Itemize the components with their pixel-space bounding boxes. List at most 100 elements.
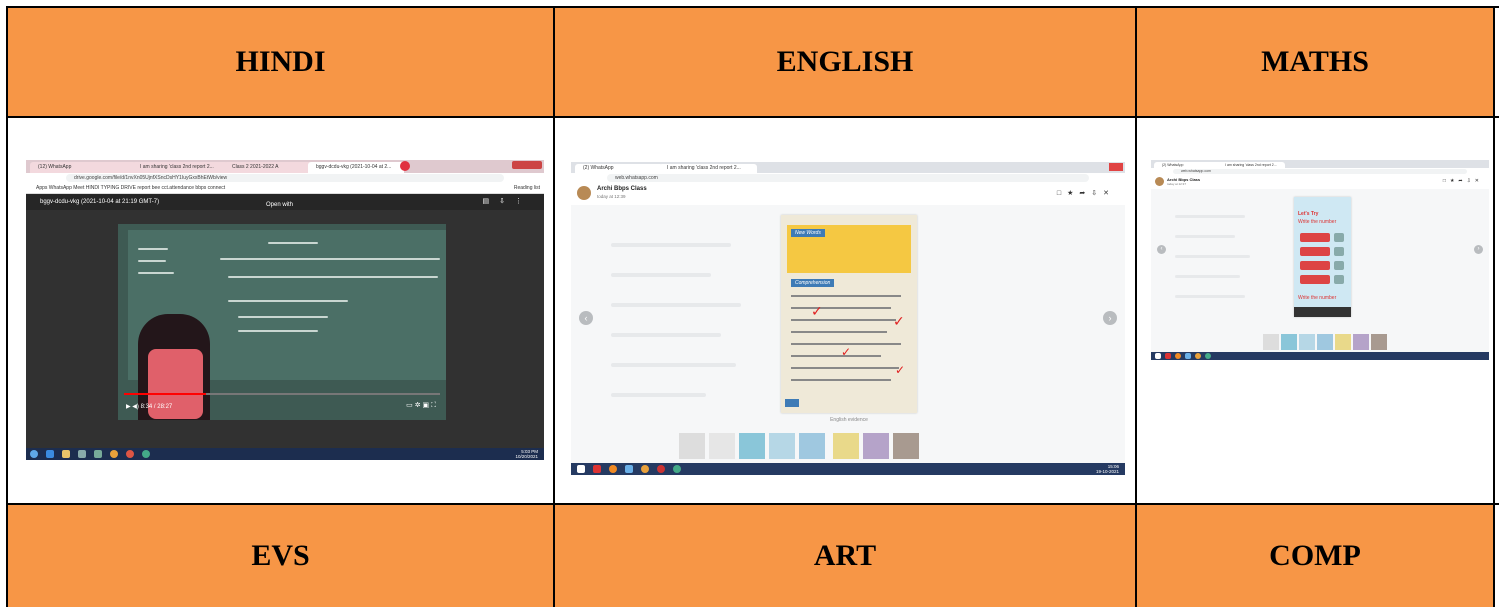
chrome-icon	[641, 465, 649, 473]
table-border	[6, 503, 1499, 505]
book-heading: Comprehension	[791, 279, 835, 287]
browser-tabbar: (2) WhatsApp I am sharing 'class 2nd rep…	[571, 162, 1125, 173]
folder-icon	[625, 465, 633, 473]
header-cell-english: ENGLISH	[555, 8, 1135, 116]
start-icon	[577, 465, 585, 473]
chrome-icon	[673, 465, 681, 473]
video-right-controls: ▭ ✲ ▣ ⛶	[406, 402, 436, 409]
start-icon	[30, 450, 38, 458]
url-field: web.whatsapp.com	[607, 174, 1089, 182]
bookmarks-bar: Apps WhatsApp Meet HINDI TYPING DRIVE re…	[26, 183, 544, 194]
start-icon	[1155, 353, 1161, 359]
media-toolbar-icons: □★➦⇩✕	[1442, 178, 1483, 184]
windows-taskbar: 15:06 19-10-2021	[571, 463, 1125, 475]
header-label-english: ENGLISH	[776, 45, 914, 78]
header-label-art: ART	[813, 539, 877, 572]
english-book-photo: New Words Comprehension ✓ ✓ ✓ ✓	[781, 215, 917, 413]
image-cell-maths: (2) WhatsApp I am sharing 'class 2nd rep…	[1137, 118, 1493, 503]
chrome-icon	[126, 450, 134, 458]
viewer-icons: ▤⇩⋮	[482, 198, 532, 205]
table-border	[1135, 6, 1137, 607]
header-cell-maths: MATHS	[1137, 8, 1493, 116]
header-cell-evs: EVS	[8, 505, 553, 607]
book-line: Write the number	[1298, 295, 1337, 301]
firefox-icon	[609, 465, 617, 473]
video-progress	[124, 393, 440, 395]
drive-viewer: bggv-dcdu-vkg (2021-10-04 at 21:19 GMT-7…	[26, 194, 544, 448]
app-icon	[94, 450, 102, 458]
taskbar-clock: 15:06 19-10-2021	[1095, 464, 1119, 474]
contact-time: today at 12:37	[1167, 182, 1187, 186]
windows-taskbar: 5:03 PM 10/20/2021	[26, 448, 544, 460]
window-controls	[512, 161, 542, 169]
media-header: Archi Bbps Class today at 12:37 □★➦⇩✕	[1151, 175, 1489, 189]
prev-arrow-icon: ‹	[579, 311, 593, 325]
whatsapp-media-view: Archi Bbps Class today at 12:39 □★➦⇩✕ ‹ …	[571, 183, 1125, 463]
chrome-icon	[1195, 353, 1201, 359]
image-cell-english: (2) WhatsApp I am sharing 'class 2nd rep…	[555, 118, 1135, 503]
contact-name: Archi Bbps Class	[597, 186, 647, 192]
app-icon	[78, 450, 86, 458]
media-toolbar-icons: □★➦⇩✕	[1056, 190, 1115, 197]
photo-caption: English evidence	[830, 417, 868, 423]
book-heading: New Words	[791, 229, 825, 237]
browser-tab-active: bggv-dcdu-vkg (2021-10-04 at 2...	[308, 162, 404, 173]
prev-arrow-icon: ‹	[1157, 245, 1166, 254]
taskbar-clock: 5:03 PM 10/20/2021	[515, 449, 538, 459]
book-line: Write the number	[1298, 219, 1337, 225]
contact-time: today at 12:39	[597, 194, 626, 199]
viewer-toolbar: bggv-dcdu-vkg (2021-10-04 at 21:19 GMT-7…	[26, 194, 544, 210]
activity-table: HINDI ENGLISH MATHS EVS ART COMP (12) Wh…	[0, 0, 1499, 607]
reading-list: Reading list	[513, 185, 540, 191]
firefox-icon	[1175, 353, 1181, 359]
video-frame: ▶ ◀) 8:34 / 28:27 ▭ ✲ ▣ ⛶	[118, 224, 446, 420]
window-close-icon	[1109, 163, 1123, 171]
browser-tabbar: (2) WhatsApp I am sharing 'class 2nd rep…	[1151, 160, 1489, 168]
header-label-comp: COMP	[1269, 539, 1361, 572]
windows-taskbar	[1151, 352, 1489, 360]
url-field: drive.google.com/file/d/1nvXn05UjnfXSncD…	[66, 174, 504, 182]
next-arrow-icon: ›	[1474, 245, 1483, 254]
chrome-icon	[1205, 353, 1211, 359]
url-field: web.whatsapp.com	[1173, 169, 1467, 174]
folder-icon	[1185, 353, 1191, 359]
browser-tab: (12) WhatsApp	[30, 162, 136, 173]
browser-tab: I am sharing 'class 2nd report 2...	[659, 164, 757, 173]
open-with-button: Open with	[266, 202, 294, 208]
video-controls: ▶ ◀) 8:34 / 28:27	[126, 404, 173, 410]
table-border	[6, 116, 1499, 118]
check-mark-icon: ✓	[893, 313, 905, 329]
app-icon	[593, 465, 601, 473]
table-border	[6, 6, 8, 607]
avatar	[1155, 177, 1164, 186]
next-arrow-icon: ›	[1103, 311, 1117, 325]
table-border	[553, 6, 555, 607]
check-mark-icon: ✓	[841, 345, 852, 359]
english-screenshot: (2) WhatsApp I am sharing 'class 2nd rep…	[571, 162, 1125, 475]
check-mark-icon: ✓	[895, 363, 906, 377]
browser-tab: I am sharing 'class 2nd report 2...	[132, 162, 228, 173]
maths-screenshot: (2) WhatsApp I am sharing 'class 2nd rep…	[1151, 160, 1489, 360]
whatsapp-media-view: Archi Bbps Class today at 12:37 □★➦⇩✕ ‹ …	[1151, 175, 1489, 352]
book-title: Let's Try	[1298, 211, 1319, 217]
ie-icon	[46, 450, 54, 458]
bookmarks-text: Apps WhatsApp Meet HINDI TYPING DRIVE re…	[36, 185, 226, 191]
browser-tabbar: (12) WhatsApp I am sharing 'class 2nd re…	[26, 160, 544, 173]
browser-tab: (2) WhatsApp	[575, 164, 663, 173]
browser-tab: Class 2 2021-2022 A	[224, 162, 312, 173]
header-cell-comp: COMP	[1137, 505, 1493, 607]
check-mark-icon: ✓	[811, 303, 823, 319]
hindi-screenshot: (12) WhatsApp I am sharing 'class 2nd re…	[26, 160, 544, 460]
image-cell-hindi: (12) WhatsApp I am sharing 'class 2nd re…	[8, 118, 553, 503]
header-cell-art: ART	[555, 505, 1135, 607]
chrome-icon	[110, 450, 118, 458]
header-label-evs: EVS	[251, 539, 310, 572]
table-border	[1493, 6, 1495, 607]
media-header: Archi Bbps Class today at 12:39 □★➦⇩✕	[571, 183, 1125, 205]
chrome-icon	[142, 450, 150, 458]
maths-book-photo: Let's Try Write the number Write the num…	[1294, 197, 1351, 317]
header-label-maths: MATHS	[1261, 45, 1369, 78]
video-time: 8:34 / 28:27	[140, 404, 173, 410]
header-label-hindi: HINDI	[235, 45, 326, 78]
address-bar: drive.google.com/file/d/1nvXn05UjnfXSncD…	[26, 173, 544, 183]
